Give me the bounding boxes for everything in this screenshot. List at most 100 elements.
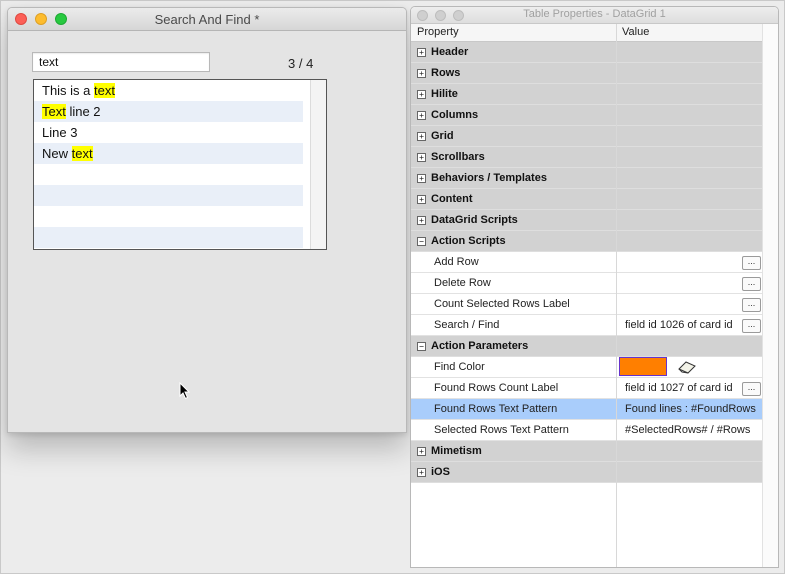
section-label: Hilite bbox=[431, 88, 458, 100]
list-item-text: New bbox=[42, 146, 72, 161]
section-action-scripts[interactable]: − Action Scripts bbox=[411, 231, 763, 252]
list-item[interactable]: Line 3 bbox=[34, 122, 303, 143]
property-row-delete-row[interactable]: Delete Row... bbox=[411, 273, 763, 294]
list-item[interactable]: New text bbox=[34, 143, 303, 164]
property-value-cell[interactable]: ... bbox=[617, 294, 763, 314]
highlighted-match: text bbox=[71, 146, 93, 161]
section-label: Scrollbars bbox=[431, 151, 485, 163]
property-row-selected-rows-text-pattern[interactable]: Selected Rows Text Pattern #SelectedRows#… bbox=[411, 420, 763, 441]
property-label: Search / Find bbox=[434, 319, 500, 331]
expand-icon[interactable]: + bbox=[417, 153, 426, 162]
property-value: Found lines : #FoundRows bbox=[625, 403, 756, 415]
expand-icon[interactable]: + bbox=[417, 174, 426, 183]
section-label: Grid bbox=[431, 130, 454, 142]
collapse-icon[interactable]: − bbox=[417, 342, 426, 351]
expand-icon[interactable]: + bbox=[417, 69, 426, 78]
property-row-search-find[interactable]: Search / Find field id 1026 of card id... bbox=[411, 315, 763, 336]
highlighted-match: text bbox=[94, 83, 115, 98]
list-item[interactable] bbox=[34, 227, 303, 248]
property-row-add-row[interactable]: Add Row... bbox=[411, 252, 763, 273]
expand-icon[interactable]: + bbox=[417, 447, 426, 456]
expand-icon[interactable]: + bbox=[417, 216, 426, 225]
section-datagrid-scripts[interactable]: + DataGrid Scripts bbox=[411, 210, 763, 231]
property-value-cell[interactable]: field id 1026 of card id... bbox=[617, 315, 763, 335]
collapse-icon[interactable]: − bbox=[417, 237, 426, 246]
list-item-text: This is a bbox=[42, 83, 95, 98]
edit-script-button[interactable]: ... bbox=[742, 319, 761, 333]
section-header[interactable]: + Header bbox=[411, 42, 763, 63]
expand-icon[interactable]: + bbox=[417, 132, 426, 141]
expand-icon[interactable]: + bbox=[417, 195, 426, 204]
edit-script-button[interactable]: ... bbox=[742, 382, 761, 396]
property-label: Count Selected Rows Label bbox=[434, 298, 570, 310]
section-action-parameters[interactable]: − Action Parameters bbox=[411, 336, 763, 357]
search-and-find-window: Search And Find * 3 / 4 This is a textTe… bbox=[7, 7, 407, 433]
property-row-find-color[interactable]: Find Color bbox=[411, 357, 763, 378]
properties-scrollbar[interactable] bbox=[762, 24, 778, 567]
property-column-header[interactable]: Property bbox=[417, 26, 459, 38]
property-row-found-rows-text-pattern[interactable]: Found Rows Text Pattern Found lines : #Fo… bbox=[411, 399, 763, 420]
section-label: Content bbox=[431, 193, 473, 205]
section-grid[interactable]: + Grid bbox=[411, 126, 763, 147]
section-label: Action Parameters bbox=[431, 340, 529, 352]
edit-script-button[interactable]: ... bbox=[742, 277, 761, 291]
property-label: Found Rows Count Label bbox=[434, 382, 559, 394]
expand-icon[interactable]: + bbox=[417, 111, 426, 120]
expand-icon[interactable]: + bbox=[417, 48, 426, 57]
section-mimetism[interactable]: + Mimetism bbox=[411, 441, 763, 462]
list-item[interactable]: This is a text bbox=[34, 80, 303, 101]
property-value-cell[interactable]: field id 1027 of card id... bbox=[617, 378, 763, 398]
property-value: field id 1027 of card id bbox=[625, 382, 733, 394]
section-label: iOS bbox=[431, 466, 450, 478]
property-value-cell[interactable]: ... bbox=[617, 252, 763, 272]
list-scrollbar[interactable] bbox=[310, 80, 326, 249]
list-item[interactable]: Text line 2 bbox=[34, 101, 303, 122]
property-value: field id 1026 of card id bbox=[625, 319, 733, 331]
list-item[interactable] bbox=[34, 206, 303, 227]
section-label: DataGrid Scripts bbox=[431, 214, 518, 226]
section-label: Rows bbox=[431, 67, 461, 79]
edit-script-button[interactable]: ... bbox=[742, 298, 761, 312]
section-behaviors-templates[interactable]: + Behaviors / Templates bbox=[411, 168, 763, 189]
results-list[interactable]: This is a text Text line 2 Line 3 New text bbox=[33, 79, 327, 250]
property-value-cell[interactable]: ... bbox=[617, 273, 763, 293]
property-value-cell[interactable] bbox=[617, 357, 763, 377]
section-label: Header bbox=[431, 46, 469, 58]
eraser-icon[interactable] bbox=[677, 360, 697, 374]
highlighted-match: Text bbox=[42, 104, 66, 119]
find-color-swatch[interactable] bbox=[619, 357, 667, 376]
mouse-cursor-icon bbox=[179, 382, 191, 400]
column-header: Property Value bbox=[411, 24, 778, 42]
column-divider bbox=[616, 24, 617, 567]
list-item[interactable] bbox=[34, 164, 303, 185]
table-properties-window: Table Properties - DataGrid 1 Property V… bbox=[410, 6, 779, 568]
section-label: Mimetism bbox=[431, 445, 482, 457]
section-content[interactable]: + Content bbox=[411, 189, 763, 210]
property-label: Delete Row bbox=[434, 277, 491, 289]
list-item[interactable] bbox=[34, 185, 303, 206]
section-label: Action Scripts bbox=[431, 235, 506, 247]
property-row-count-selected-rows-label[interactable]: Count Selected Rows Label... bbox=[411, 294, 763, 315]
match-count-label: 3 / 4 bbox=[288, 56, 314, 71]
title-bar[interactable]: Search And Find * bbox=[8, 8, 406, 31]
search-input[interactable] bbox=[32, 52, 210, 72]
section-label: Columns bbox=[431, 109, 479, 121]
window-title: Search And Find * bbox=[154, 12, 260, 27]
property-label: Find Color bbox=[434, 361, 485, 373]
section-hilite[interactable]: + Hilite bbox=[411, 84, 763, 105]
list-item-text: Line 3 bbox=[42, 125, 78, 140]
window-title: Table Properties - DataGrid 1 bbox=[523, 8, 666, 20]
edit-script-button[interactable]: ... bbox=[742, 256, 761, 270]
property-value-cell[interactable]: Found lines : #FoundRows bbox=[617, 399, 763, 419]
section-ios[interactable]: + iOS bbox=[411, 462, 763, 483]
title-bar[interactable]: Table Properties - DataGrid 1 bbox=[411, 7, 778, 24]
property-row-found-rows-count-label[interactable]: Found Rows Count Label field id 1027 of c… bbox=[411, 378, 763, 399]
property-value-cell[interactable]: #SelectedRows# / #Rows bbox=[617, 420, 763, 440]
list-item-text: line 2 bbox=[65, 104, 101, 119]
section-columns[interactable]: + Columns bbox=[411, 105, 763, 126]
expand-icon[interactable]: + bbox=[417, 90, 426, 99]
section-rows[interactable]: + Rows bbox=[411, 63, 763, 84]
section-scrollbars[interactable]: + Scrollbars bbox=[411, 147, 763, 168]
expand-icon[interactable]: + bbox=[417, 468, 426, 477]
value-column-header[interactable]: Value bbox=[622, 26, 649, 38]
